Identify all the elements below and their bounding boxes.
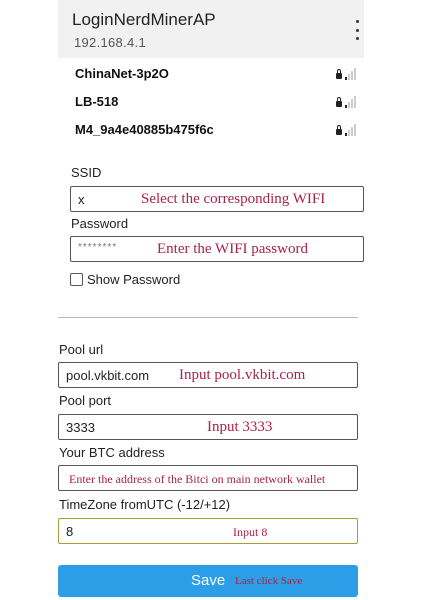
divider <box>58 317 358 318</box>
show-password-checkbox[interactable] <box>70 273 83 286</box>
wifi-network-item[interactable]: ChinaNet-3p2O <box>58 60 364 88</box>
pool-port-value: 3333 <box>66 420 95 435</box>
lock-icon <box>336 125 342 135</box>
timezone-annotation: Input 8 <box>233 525 268 539</box>
ssid-input[interactable]: x Select the corresponding WIFI <box>70 186 364 212</box>
lock-icon <box>336 97 342 107</box>
wifi-network-name: ChinaNet-3p2O <box>75 66 169 81</box>
wifi-network-name: LB-518 <box>75 94 119 109</box>
save-button[interactable]: Save Last click Save <box>58 565 358 597</box>
timezone-label: TimeZone fromUTC (-12/+12) <box>59 497 231 512</box>
pool-url-input[interactable]: pool.vkbit.com Input pool.vkbit.com <box>58 362 358 388</box>
ssid-label: SSID <box>71 165 102 180</box>
pool-url-annotation: Input pool.vkbit.com <box>179 367 306 383</box>
wifi-network-item[interactable]: M4_9a4e40885b475f6c <box>58 116 364 144</box>
page-subtitle: 192.168.4.1 <box>74 35 146 50</box>
show-password-label: Show Password <box>87 272 181 287</box>
pool-port-annotation: Input 3333 <box>207 419 273 435</box>
password-input[interactable]: ******** Enter the WIFI password <box>70 236 364 262</box>
save-button-label: Save <box>191 572 226 589</box>
btc-address-input[interactable]: Enter the address of the Bitci on main n… <box>58 465 358 491</box>
wifi-network-name: M4_9a4e40885b475f6c <box>75 122 214 137</box>
pool-url-value: pool.vkbit.com <box>66 368 150 383</box>
page-title: LoginNerdMinerAP <box>72 10 216 29</box>
btc-address-annotation: Enter the address of the Bitci on main n… <box>69 472 326 486</box>
pool-url-label: Pool url <box>59 342 104 357</box>
more-vertical-icon[interactable] <box>352 20 362 40</box>
wifi-network-list: ChinaNet-3p2O LB-518 M4_9a4e40885b475f6c <box>58 60 364 144</box>
pool-port-input[interactable]: 3333 Input 3333 <box>58 414 358 440</box>
wifi-network-item[interactable]: LB-518 <box>58 88 364 116</box>
save-annotation: Last click Save <box>235 575 303 587</box>
pool-port-label: Pool port <box>59 393 112 408</box>
timezone-value: 8 <box>66 524 74 539</box>
lock-icon <box>336 69 342 79</box>
wifi-signal-icon <box>345 124 356 136</box>
ssid-annotation: Select the corresponding WIFI <box>141 191 326 207</box>
screen: LoginNerdMinerAP 192.168.4.1 ChinaNet-3p… <box>0 0 424 600</box>
wifi-signal-icon <box>345 68 356 80</box>
btc-address-label: Your BTC address <box>59 445 165 460</box>
app-header: LoginNerdMinerAP 192.168.4.1 <box>58 0 364 58</box>
password-label: Password <box>71 216 129 231</box>
password-value: ******** <box>78 242 118 253</box>
timezone-input[interactable]: 8 Input 8 <box>58 518 358 544</box>
show-password-row[interactable]: Show Password <box>70 272 180 287</box>
password-annotation: Enter the WIFI password <box>157 241 308 257</box>
ssid-value: x <box>78 192 85 207</box>
wifi-signal-icon <box>345 96 356 108</box>
